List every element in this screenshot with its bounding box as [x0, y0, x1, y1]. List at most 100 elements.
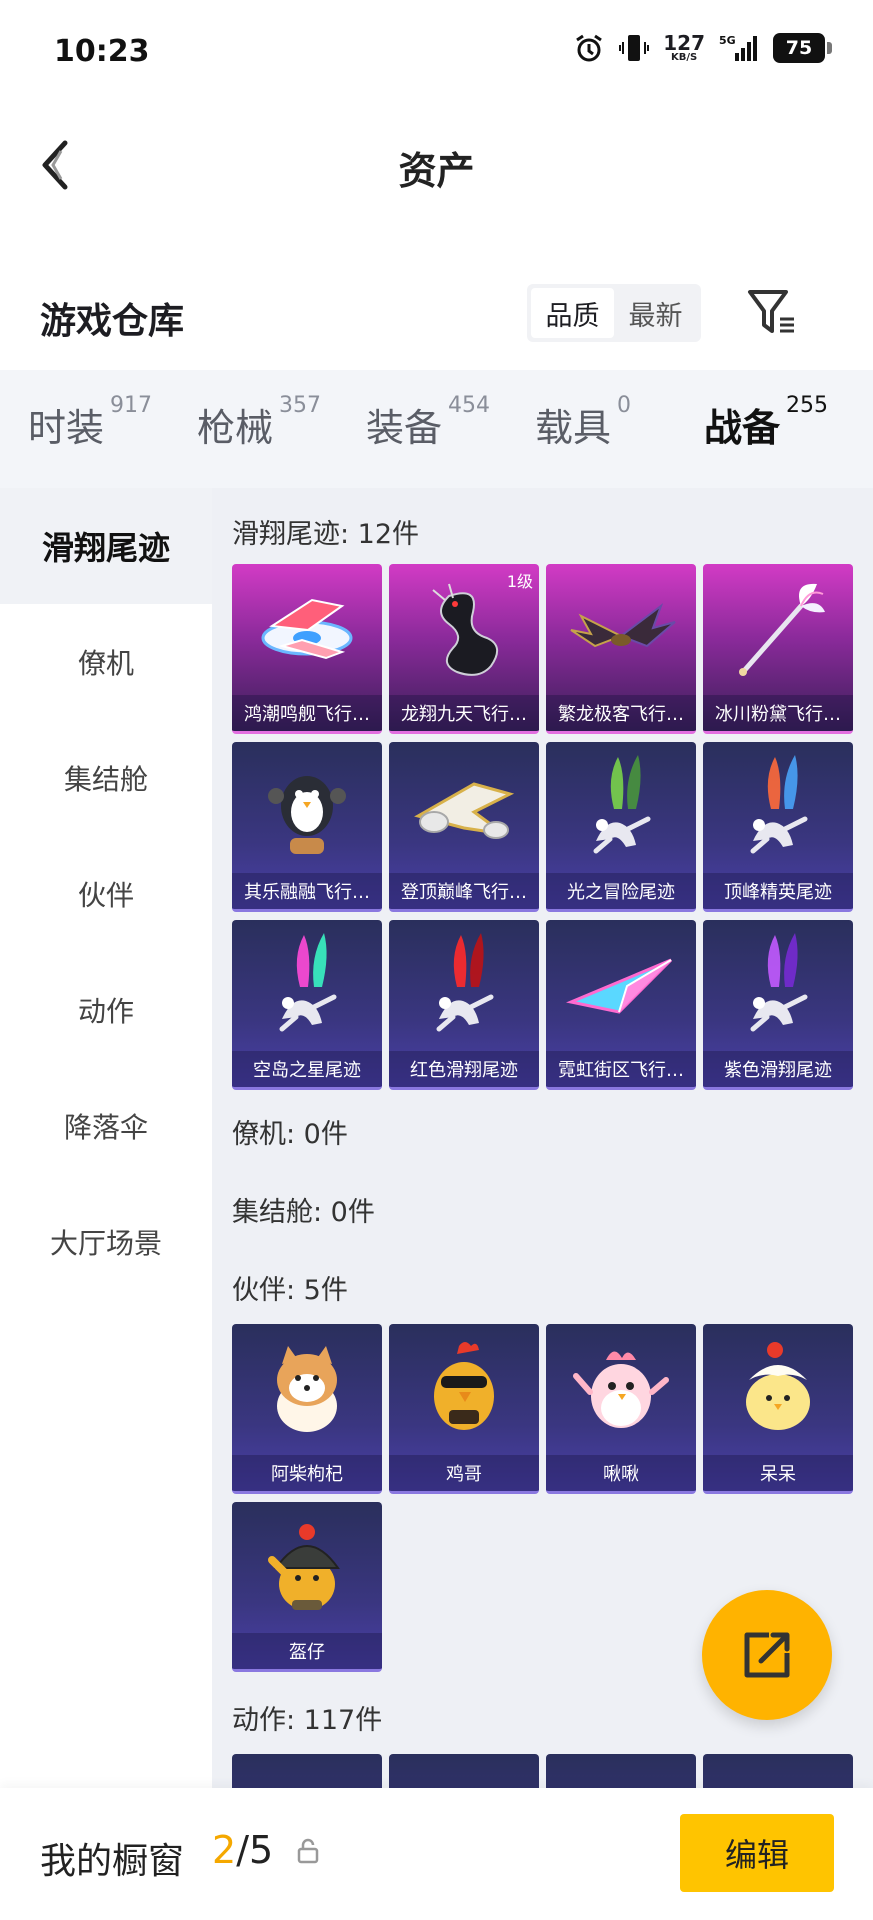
bat-dragon-icon — [546, 564, 696, 698]
item-name: 盔仔 — [232, 1633, 382, 1669]
vibrate-icon — [619, 32, 650, 64]
item-name: 霓虹街区飞行… — [546, 1051, 696, 1087]
item-card[interactable]: 阿柴枸杞 — [232, 1324, 382, 1494]
page-title: 资产 — [398, 149, 475, 193]
smoke-trail-icon — [389, 920, 539, 1054]
glide-grid: 鸿潮鸣舰飞行… 1级 龙翔九天飞行… 繁龙极客飞行… 冰川粉黛飞行… 其乐融融飞行… 登顶巅… — [232, 564, 853, 1090]
item-name: 顶峰精英尾迹 — [703, 873, 853, 909]
showcase-total-count: /5 — [236, 1828, 274, 1872]
item-card[interactable]: 冰川粉黛飞行… — [703, 564, 853, 734]
item-card[interactable]: 鸡哥 — [389, 1324, 539, 1494]
item-card[interactable]: 登顶巅峰飞行… — [389, 742, 539, 912]
chick-icon — [703, 1324, 853, 1458]
showcase-title: 我的橱窗 — [40, 1841, 185, 1882]
filter-icon — [748, 290, 794, 333]
svg-text:5G: 5G — [719, 34, 736, 47]
jet-icon — [389, 742, 539, 876]
item-card[interactable]: 光之冒险尾迹 — [546, 742, 696, 912]
tab-vehicles[interactable]: 载具 0 — [535, 393, 704, 461]
sort-quality-option[interactable]: 品质 — [531, 288, 614, 338]
item-card[interactable]: 呆呆 — [703, 1324, 853, 1494]
sidebar-item-parachute[interactable]: 降落伞 — [0, 1068, 212, 1184]
section-title-wingman: 僚机: 0件 — [232, 1119, 348, 1150]
pink-bird-icon — [546, 1324, 696, 1458]
section-title-partner: 伙伴: 5件 — [232, 1275, 348, 1306]
item-card[interactable]: 鸿潮鸣舰飞行… — [232, 564, 382, 734]
item-name: 冰川粉黛飞行… — [703, 695, 853, 731]
sidebar-item-action[interactable]: 动作 — [0, 952, 212, 1068]
rooster-icon — [389, 1324, 539, 1458]
item-name: 呆呆 — [703, 1455, 853, 1491]
warehouse-header: 游戏仓库 品质 最新 — [0, 270, 873, 370]
item-card[interactable]: 红色滑翔尾迹 — [389, 920, 539, 1090]
item-name: 啾啾 — [546, 1455, 696, 1491]
sidebar: 滑翔尾迹 僚机 集结舱 伙伴 动作 降落伞 大厅场景 — [0, 488, 212, 1788]
sidebar-item-wingman[interactable]: 僚机 — [0, 604, 212, 720]
item-card[interactable] — [703, 1754, 853, 1788]
signal-5g-icon: 5G — [719, 33, 759, 63]
warehouse-title: 游戏仓库 — [40, 301, 185, 342]
showcase-bar: 我的橱窗 2/5 编辑 — [0, 1788, 873, 1920]
battery-indicator: 75 — [773, 33, 832, 63]
net-speed: 127 KB/S — [663, 31, 705, 63]
alarm-icon — [573, 32, 605, 64]
status-time: 10:23 — [54, 34, 150, 69]
item-name: 繁龙极客飞行… — [546, 695, 696, 731]
tab-equipment[interactable]: 装备 454 — [366, 393, 535, 461]
item-card[interactable]: 繁龙极客飞行… — [546, 564, 696, 734]
edit-button[interactable]: 编辑 — [680, 1814, 834, 1892]
item-name: 红色滑翔尾迹 — [389, 1051, 539, 1087]
item-card[interactable]: 其乐融融飞行… — [232, 742, 382, 912]
item-card[interactable]: 空岛之星尾迹 — [232, 920, 382, 1090]
section-title-assembly: 集结舱: 0件 — [232, 1197, 375, 1228]
sidebar-item-assembly-pod[interactable]: 集结舱 — [0, 720, 212, 836]
item-card[interactable] — [546, 1754, 696, 1788]
header: 资产 — [0, 100, 873, 230]
item-name: 鸿潮鸣舰飞行… — [232, 695, 382, 731]
showcase-current-count: 2 — [212, 1828, 237, 1872]
showcase-count: 2/5 — [212, 1828, 273, 1872]
item-name: 登顶巅峰飞行… — [389, 873, 539, 909]
smoke-trail-icon — [703, 742, 853, 876]
share-icon — [744, 1632, 790, 1678]
helmet-chick-icon — [232, 1502, 382, 1636]
item-card[interactable]: 啾啾 — [546, 1324, 696, 1494]
item-name: 其乐融融飞行… — [232, 873, 382, 909]
sort-newest-option[interactable]: 最新 — [614, 288, 697, 338]
tab-battle-prep[interactable]: 战备 255 — [704, 393, 873, 496]
share-button[interactable] — [702, 1590, 832, 1720]
status-bar: 10:23 127 KB/S 5G 75 — [0, 0, 873, 100]
item-card[interactable]: 1级龙翔九天飞行… — [389, 564, 539, 734]
sidebar-item-lobby-scene[interactable]: 大厅场景 — [0, 1184, 212, 1300]
item-name: 紫色滑翔尾迹 — [703, 1051, 853, 1087]
item-card[interactable] — [232, 1754, 382, 1788]
sidebar-item-partner[interactable]: 伙伴 — [0, 836, 212, 952]
level-badge: 1级 — [506, 572, 533, 591]
item-card[interactable]: 顶峰精英尾迹 — [703, 742, 853, 912]
tab-fashion[interactable]: 时装 917 — [28, 393, 197, 461]
paper-plane-icon — [546, 920, 696, 1054]
tab-firearms[interactable]: 枪械 357 — [197, 393, 366, 461]
smoke-trail-icon — [703, 920, 853, 1054]
item-name: 空岛之星尾迹 — [232, 1051, 382, 1087]
item-card[interactable]: 盔仔 — [232, 1502, 382, 1672]
sidebar-item-glide-trail[interactable]: 滑翔尾迹 — [0, 488, 212, 604]
item-card[interactable]: 霓虹街区飞行… — [546, 920, 696, 1090]
item-card[interactable]: 紫色滑翔尾迹 — [703, 920, 853, 1090]
lock-icon — [296, 1838, 320, 1868]
spaceship-icon — [232, 564, 382, 698]
item-name: 龙翔九天飞行… — [389, 695, 539, 731]
smoke-trail-icon — [546, 742, 696, 876]
category-tabs: 时装 917 枪械 357 装备 454 载具 0 战备 255 — [0, 370, 873, 496]
item-name: 阿柴枸杞 — [232, 1455, 382, 1491]
wing-staff-icon — [703, 564, 853, 698]
sort-toggle: 品质 最新 — [527, 284, 701, 342]
status-icons: 127 KB/S 5G 75 — [573, 31, 832, 64]
item-name: 鸡哥 — [389, 1455, 539, 1491]
action-grid — [232, 1754, 853, 1788]
item-name: 光之冒险尾迹 — [546, 873, 696, 909]
section-title-glide: 滑翔尾迹: 12件 — [232, 519, 420, 550]
section-title-action: 动作: 117件 — [232, 1705, 383, 1736]
item-card[interactable] — [389, 1754, 539, 1788]
filter-button[interactable] — [742, 282, 802, 342]
